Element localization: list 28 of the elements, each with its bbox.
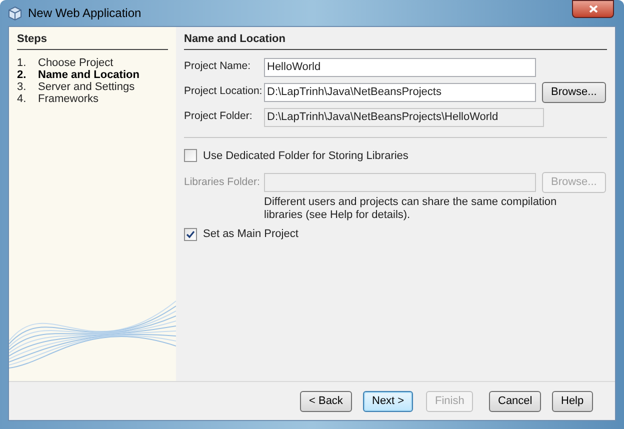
checkbox-label: Set as Main Project [203, 227, 298, 242]
window-title: New Web Application [28, 5, 142, 22]
close-icon [588, 5, 598, 13]
panel-title: Name and Location [184, 31, 607, 50]
check-icon [186, 230, 195, 239]
dialog-button[interactable]: < Back [300, 390, 352, 412]
text-field[interactable]: HelloWorld [264, 58, 536, 76]
dialog-button[interactable]: Next > [363, 390, 414, 412]
dialog-button[interactable]: Help [552, 390, 593, 412]
step-item: 4. Frameworks [17, 92, 100, 104]
libraries-note: Different users and projects can share the same compilation libraries (see Help for details). [264, 196, 558, 222]
field-label: Project Name: [184, 59, 252, 74]
step-item: 2. Name and Location [17, 68, 140, 80]
text-field[interactable]: D:\LapTrinh\Java\NetBeansProjects\HelloWorld [264, 108, 544, 126]
dialog-button[interactable]: Cancel [489, 390, 542, 412]
steps-title: Steps [17, 31, 168, 50]
field-label: Project Location: [184, 84, 264, 100]
field-label: Libraries Folder: [184, 174, 261, 190]
checkbox[interactable] [184, 228, 197, 241]
step-item: 3. Server and Settings [17, 80, 136, 92]
checkbox[interactable] [184, 149, 197, 162]
text-field[interactable]: D:\LapTrinh\Java\NetBeansProjects [264, 82, 536, 102]
checkbox-label: Use Dedicated Folder for Storing Libraries [203, 148, 408, 164]
step-item: 1. Choose Project [17, 56, 114, 68]
field-label: Project Folder: [184, 109, 254, 124]
app-icon [8, 6, 22, 20]
close-button[interactable] [572, 0, 614, 18]
browse-button[interactable]: Browse... [542, 82, 606, 102]
